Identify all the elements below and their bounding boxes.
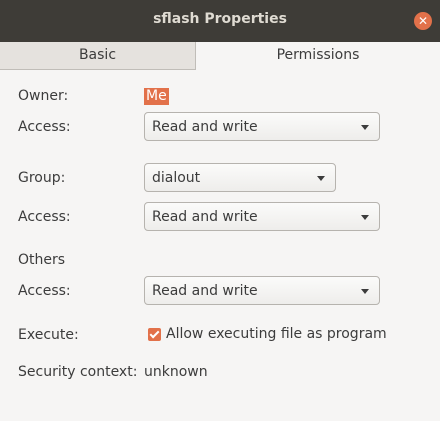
group-access-dropdown[interactable]: Read and write (144, 202, 380, 231)
others-access-dropdown[interactable]: Read and write (144, 276, 380, 305)
execute-checkbox[interactable] (148, 328, 161, 341)
owner-value: Me (144, 88, 169, 105)
tab-basic[interactable]: Basic (0, 42, 196, 69)
security-context-label: Security context: (18, 364, 138, 380)
owner-access-value: Read and write (152, 119, 258, 135)
group-access-label: Access: (18, 209, 71, 225)
chevron-down-icon (361, 289, 369, 294)
execute-checkbox-label[interactable]: Allow executing file as program (166, 326, 387, 342)
group-dropdown[interactable]: dialout (144, 163, 336, 192)
others-access-label: Access: (18, 283, 71, 299)
group-value: dialout (152, 170, 201, 186)
chevron-down-icon (317, 176, 325, 181)
owner-access-label: Access: (18, 119, 71, 135)
owner-label: Owner: (18, 88, 69, 104)
chevron-down-icon (361, 215, 369, 220)
title-bar: sflash Properties ✕ (0, 0, 440, 43)
group-label: Group: (18, 170, 66, 186)
owner-access-dropdown[interactable]: Read and write (144, 112, 380, 141)
others-access-value: Read and write (152, 283, 258, 299)
close-icon[interactable]: ✕ (414, 12, 432, 30)
others-label: Others (18, 252, 66, 268)
tab-bar: Basic Permissions (0, 42, 440, 70)
tab-permissions[interactable]: Permissions (196, 42, 440, 70)
execute-label: Execute: (18, 327, 79, 343)
chevron-down-icon (361, 125, 369, 130)
security-context-value: unknown (144, 364, 208, 380)
window-title: sflash Properties (153, 11, 287, 27)
group-access-value: Read and write (152, 209, 258, 225)
